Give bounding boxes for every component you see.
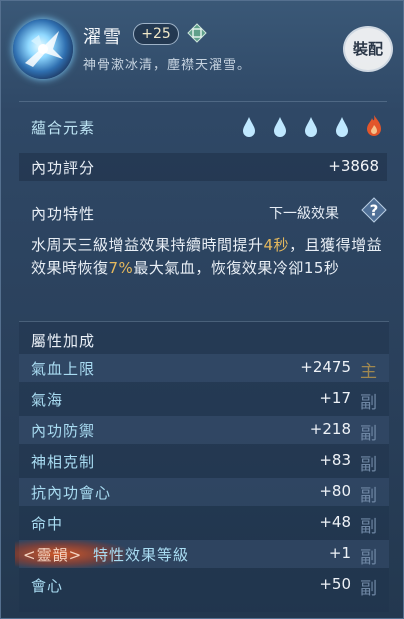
attribute-type-tag: 副 xyxy=(360,486,377,506)
attribute-value: +218 xyxy=(309,420,351,438)
trait-desc-text: 水周天三級增益效果持續時間提升 xyxy=(31,236,264,254)
attribute-bonus-section: 屬性加成 氣血上限 +2475 主 氣海 +17 副 內功防禦 +218 副 神… xyxy=(15,321,389,612)
trait-label: 內功特性 xyxy=(31,205,96,223)
attribute-value: +17 xyxy=(319,389,351,407)
attribute-row-special: <靈韻> 特性效果等級 +1 副 xyxy=(15,540,389,568)
attribute-row: 神相克制 +83 副 xyxy=(19,447,389,475)
item-description: 神骨漱冰清，塵襟天濯雪。 xyxy=(83,58,252,73)
attribute-row: 內功防禦 +218 副 xyxy=(19,416,389,444)
item-header: 濯雪 +25 神骨漱冰清，塵襟天濯雪。 裝配 xyxy=(1,1,404,101)
equip-button[interactable]: 裝配 xyxy=(343,26,393,72)
attribute-type-tag: 副 xyxy=(360,455,377,475)
attribute-name: 氣海 xyxy=(31,391,64,409)
divider xyxy=(19,101,387,102)
attribute-value: +48 xyxy=(319,513,351,531)
attribute-type-tag: 副 xyxy=(360,579,377,599)
trait-desc-text: 最大氣血，恢復效果冷卻15秒 xyxy=(133,259,340,277)
special-attribute-tag: <靈韻> xyxy=(23,546,83,564)
question-icon[interactable]: ? xyxy=(361,197,387,223)
attribute-type-tag: 副 xyxy=(360,517,377,537)
attribute-value: +50 xyxy=(319,575,351,593)
attribute-row: 會心 +50 副 xyxy=(19,571,389,599)
water-drop-icon xyxy=(243,117,255,137)
attribute-row: 氣海 +17 副 xyxy=(19,385,389,413)
attribute-row: 抗內功會心 +80 副 xyxy=(19,478,389,506)
level-badge: +25 xyxy=(133,23,179,45)
attribute-name: 特性效果等級 xyxy=(93,546,190,564)
attribute-value: +80 xyxy=(319,482,351,500)
attribute-name: 神相克制 xyxy=(31,453,96,471)
power-score-label: 內功評分 xyxy=(31,159,96,177)
trait-highlight-percent: 7% xyxy=(108,259,134,277)
attribute-type-tag: 副 xyxy=(360,393,377,413)
attribute-type-tag: 副 xyxy=(360,424,377,444)
elements-label: 蘊合元素 xyxy=(31,119,96,137)
fire-icon xyxy=(367,115,381,136)
trait-highlight-duration: 4秒 xyxy=(263,236,290,254)
water-drop-icon xyxy=(336,117,348,137)
trait-description: 水周天三級增益效果持續時間提升4秒，且獲得增益效果時恢復7%最大氣血，恢復效果冷… xyxy=(31,234,389,280)
attribute-name: 會心 xyxy=(31,577,64,595)
attribute-value: +83 xyxy=(319,451,351,469)
item-detail-panel: 濯雪 +25 神骨漱冰清，塵襟天濯雪。 裝配 蘊合元素 內功評分 +3868 內… xyxy=(0,0,404,619)
item-name: 濯雪 xyxy=(83,27,123,48)
attribute-type-tag: 副 xyxy=(360,548,377,568)
svg-text:?: ? xyxy=(370,202,379,220)
attribute-name: 命中 xyxy=(31,515,64,533)
attribute-name: 抗內功會心 xyxy=(31,484,112,502)
attribute-name: 內功防禦 xyxy=(31,422,96,440)
attribute-bonus-title: 屬性加成 xyxy=(31,332,96,350)
grade-diamond-icon xyxy=(187,23,207,43)
power-score-row: 內功評分 +3868 xyxy=(19,153,387,181)
item-portrait-icon xyxy=(13,19,73,79)
attribute-value: +1 xyxy=(328,544,351,562)
attribute-name: 氣血上限 xyxy=(31,360,96,378)
power-score-value: +3868 xyxy=(328,157,379,175)
attribute-row: 氣血上限 +2475 主 xyxy=(19,354,389,382)
attribute-type-tag: 主 xyxy=(360,362,377,382)
water-drop-icon xyxy=(274,117,286,137)
attribute-value: +2475 xyxy=(300,358,351,376)
water-drop-icon xyxy=(305,117,317,137)
next-level-effect-label[interactable]: 下一級效果 xyxy=(269,203,339,223)
attribute-row: 命中 +48 副 xyxy=(19,509,389,537)
